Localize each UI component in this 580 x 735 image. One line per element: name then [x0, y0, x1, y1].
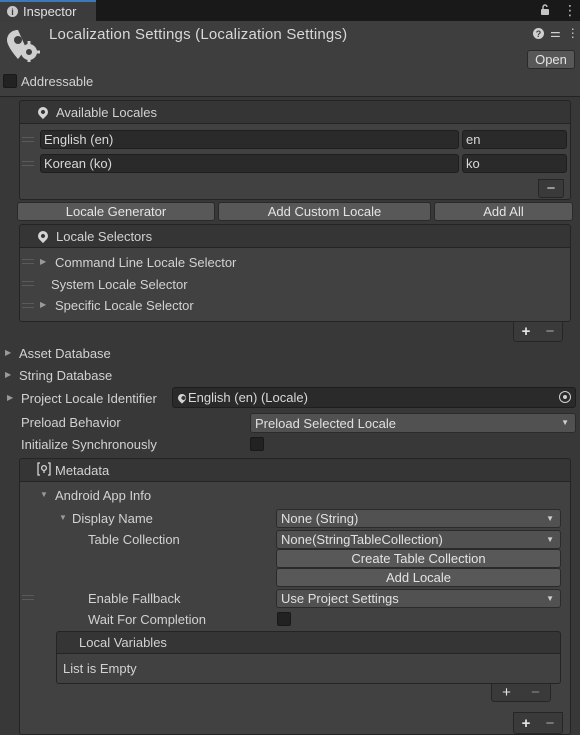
add-metadata-button[interactable]: + [522, 715, 531, 732]
string-database-foldout[interactable]: String Database [19, 368, 112, 383]
addressable-label: Addressable [21, 74, 94, 89]
init-sync-checkbox[interactable] [250, 437, 264, 451]
available-locales-header: Available Locales [19, 100, 571, 124]
add-all-button[interactable]: Add All [434, 202, 573, 221]
location-pin-icon [35, 104, 51, 120]
preload-behavior-label: Preload Behavior [21, 415, 121, 430]
page-title: Localization Settings (Localization Sett… [49, 26, 348, 43]
list-add-remove: + − [513, 321, 563, 342]
add-locale-button[interactable]: Add Locale [276, 568, 561, 587]
foldout-arrow-icon[interactable]: ▶ [40, 257, 46, 266]
list-empty-text: List is Empty [63, 661, 137, 676]
foldout-arrow-icon[interactable]: ▶ [5, 370, 11, 379]
locale-code-field[interactable]: en [462, 130, 567, 149]
kebab-icon[interactable]: ⋮ [563, 2, 577, 18]
header-icons: ? ⚌ ⋮ [533, 26, 579, 40]
locale-name-field[interactable]: Korean (ko) [40, 154, 459, 173]
preload-behavior-value: Preload Selected Locale [255, 415, 396, 431]
tab-inspector[interactable]: i Inspector [0, 0, 96, 21]
foldout-arrow-icon[interactable]: ▶ [5, 348, 11, 357]
drag-handle-icon[interactable] [22, 161, 34, 166]
table-collection-label: Table Collection [88, 532, 180, 547]
metadata-header: Metadata [19, 458, 571, 482]
lock-icon[interactable] [540, 2, 550, 18]
open-button[interactable]: Open [527, 50, 575, 69]
metadata-icon [37, 461, 51, 479]
local-variables-add-remove: + − [491, 683, 551, 702]
metadata-title: Metadata [55, 462, 110, 478]
locale-code-field[interactable]: ko [462, 154, 567, 173]
local-variables-header: Local Variables [56, 631, 561, 654]
foldout-arrow-icon[interactable]: ▶ [40, 300, 46, 309]
help-icon[interactable]: ? [533, 28, 544, 39]
enable-fallback-dropdown[interactable]: Use Project Settings ▼ [276, 589, 561, 608]
locale-selectors-header: Locale Selectors [19, 224, 571, 248]
wait-completion-checkbox[interactable] [277, 612, 291, 626]
table-collection-value: None(StringTableCollection) [281, 532, 443, 547]
preload-behavior-dropdown[interactable]: Preload Selected Locale ▼ [250, 413, 576, 433]
info-icon: i [7, 6, 18, 17]
selector-item[interactable]: Command Line Locale Selector [55, 255, 236, 270]
add-selector-button[interactable]: + [522, 323, 531, 340]
metadata-add-remove: + − [513, 712, 563, 734]
addressable-checkbox[interactable] [3, 74, 17, 88]
android-app-info-foldout[interactable]: Android App Info [55, 488, 151, 503]
locale-generator-button[interactable]: Locale Generator [17, 202, 215, 221]
drag-handle-icon[interactable] [22, 595, 34, 600]
remove-variable-button[interactable]: − [531, 684, 540, 701]
dropdown-caret-icon: ▼ [561, 418, 569, 427]
project-locale-value: English (en) (Locale) [188, 390, 308, 405]
foldout-arrow-icon[interactable]: ▼ [40, 490, 48, 499]
available-locales-title: Available Locales [56, 104, 157, 120]
dropdown-caret-icon: ▼ [546, 535, 554, 544]
add-custom-locale-button[interactable]: Add Custom Locale [218, 202, 431, 221]
wait-completion-label: Wait For Completion [88, 612, 206, 627]
local-variables-title: Local Variables [79, 635, 167, 650]
tab-title: Inspector [23, 4, 77, 19]
dropdown-caret-icon: ▼ [546, 594, 554, 603]
selector-item[interactable]: System Locale Selector [51, 277, 188, 292]
display-name-dropdown[interactable]: None (String) ▼ [276, 509, 561, 528]
presets-icon[interactable]: ⚌ [550, 26, 561, 40]
enable-fallback-value: Use Project Settings [281, 591, 399, 606]
drag-handle-icon[interactable] [22, 281, 34, 286]
more-icon[interactable]: ⋮ [567, 26, 579, 40]
enable-fallback-label: Enable Fallback [88, 591, 181, 606]
project-locale-label: Project Locale Identifier [21, 391, 157, 406]
project-locale-field[interactable]: English (en) (Locale) [172, 387, 576, 408]
display-name-label[interactable]: Display Name [72, 511, 153, 526]
asset-database-foldout[interactable]: Asset Database [19, 346, 111, 361]
drag-handle-icon[interactable] [22, 303, 34, 308]
localization-settings-icon [6, 28, 40, 62]
table-collection-dropdown[interactable]: None(StringTableCollection) ▼ [276, 530, 561, 549]
locale-selectors-title: Locale Selectors [56, 228, 153, 244]
remove-locale-button[interactable]: − [538, 179, 564, 198]
location-pin-icon [35, 228, 51, 244]
remove-metadata-button[interactable]: − [546, 715, 555, 732]
display-name-value: None (String) [281, 511, 359, 526]
location-pin-icon [176, 391, 188, 404]
foldout-arrow-icon[interactable]: ▶ [7, 393, 13, 402]
drag-handle-icon[interactable] [22, 137, 34, 142]
selector-item[interactable]: Specific Locale Selector [55, 298, 194, 313]
create-table-collection-button[interactable]: Create Table Collection [276, 549, 561, 568]
add-variable-button[interactable]: + [502, 684, 511, 701]
locale-name-field[interactable]: English (en) [40, 130, 459, 149]
remove-selector-button[interactable]: − [546, 323, 555, 340]
dropdown-caret-icon: ▼ [546, 514, 554, 523]
drag-handle-icon[interactable] [22, 259, 34, 264]
init-sync-label: Initialize Synchronously [21, 437, 157, 452]
object-picker-icon[interactable] [559, 391, 571, 403]
foldout-arrow-icon[interactable]: ▼ [59, 513, 67, 522]
